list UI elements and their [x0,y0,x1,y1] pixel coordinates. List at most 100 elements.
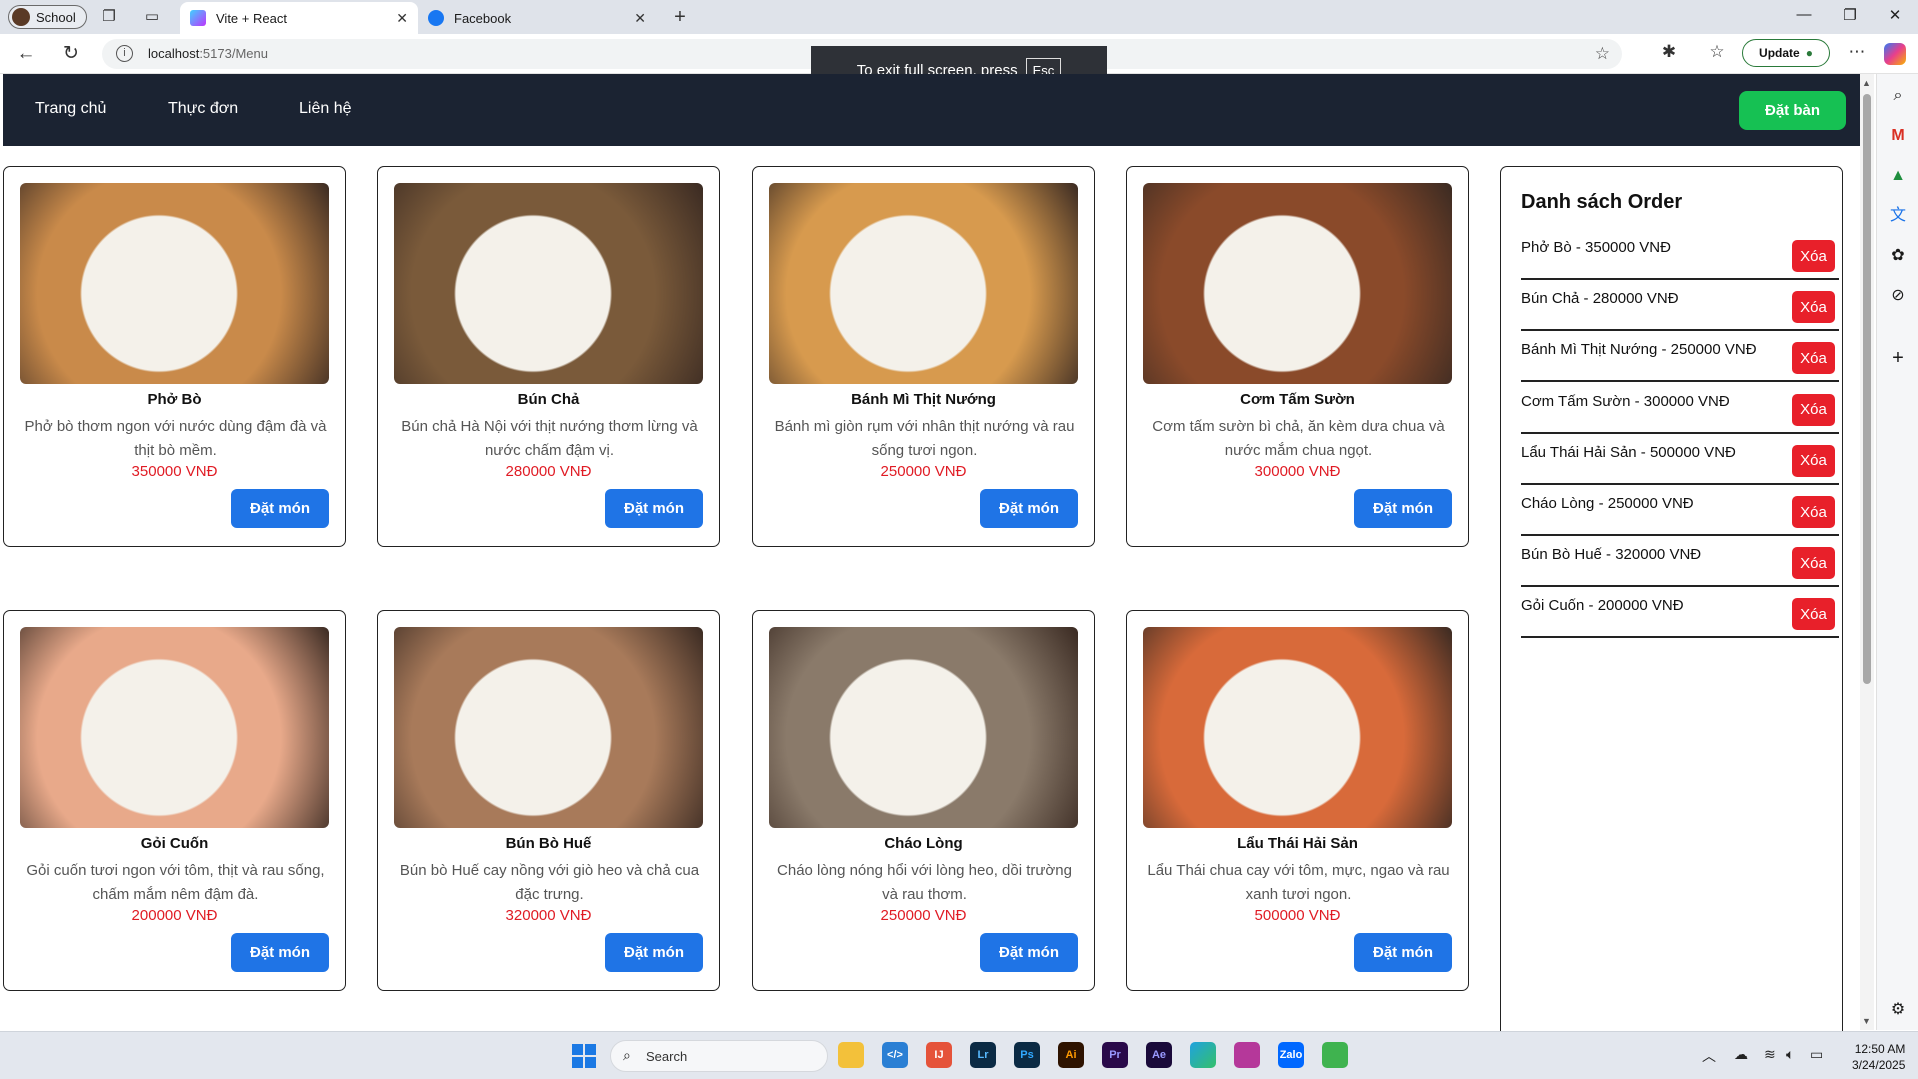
nav-link-menu[interactable]: Thực đơn [168,100,238,118]
dish-name: Phở Bò [147,391,202,408]
blocked-icon[interactable]: ⊘ [1888,286,1908,306]
order-item: Phở Bò - 350000 VNĐ Xóa [1521,229,1839,280]
volume-icon[interactable]: 🔈︎ [1786,1046,1794,1063]
delete-order-button[interactable]: Xóa [1792,547,1835,580]
app-icon[interactable] [1322,1042,1348,1068]
settings-icon[interactable]: ⚙ [1888,1000,1908,1020]
order-dish-button[interactable]: Đặt món [1354,489,1452,528]
battery-icon[interactable]: ▭ [1810,1046,1823,1063]
scroll-up-icon[interactable]: ▲ [1862,78,1871,88]
order-dish-button[interactable]: Đặt món [1354,933,1452,972]
browser-tab-strip: School ❐ ▭ Vite + React ✕ Facebook ✕ + —… [0,0,1918,34]
dish-price: 320000 VNĐ [505,907,592,924]
delete-order-button[interactable]: Xóa [1792,496,1835,528]
scrollbar-thumb[interactable] [1863,94,1871,684]
tab-title: Facebook [454,10,512,26]
taskbar-search[interactable]: ⌕ Search [610,1040,828,1072]
order-item-text: Lẩu Thái Hải Sản - 500000 VNĐ [1521,443,1736,461]
vite-favicon-icon [190,10,206,26]
order-dish-button[interactable]: Đặt món [980,933,1078,972]
delete-order-button[interactable]: Xóa [1792,393,1835,426]
zalo-icon[interactable]: Zalo [1278,1042,1304,1068]
app-icon[interactable] [1234,1042,1260,1068]
dish-description: Cơm tấm sườn bì chả, ăn kèm dưa chua và … [1152,418,1445,459]
file-explorer-icon[interactable] [838,1042,864,1068]
back-icon[interactable]: ← [15,43,37,65]
copilot-icon[interactable] [1884,43,1906,65]
new-tab-icon[interactable]: + [671,7,689,27]
dish-description: Phở bò thơm ngon với nước dùng đậm đà và… [24,418,327,459]
workspaces-icon[interactable]: ❐ [100,8,118,26]
photoshop-icon[interactable]: Ps [1014,1042,1040,1068]
dish-description: Bánh mì giòn rụm với nhân thịt nướng và … [774,418,1075,459]
close-window-icon[interactable]: ✕ [1880,6,1910,24]
lightroom-icon[interactable]: Lr [970,1042,996,1068]
illustrator-icon[interactable]: Ai [1058,1042,1084,1068]
gmail-icon[interactable]: M [1888,126,1908,146]
menu-card: Gỏi Cuốn Gỏi cuốn tươi ngon với tôm, thị… [3,610,346,991]
start-icon[interactable] [572,1044,596,1068]
nav-link-home[interactable]: Trang chủ [35,100,106,118]
after-effects-icon[interactable]: Ae [1146,1042,1172,1068]
profile-button[interactable]: School [8,5,87,29]
update-status-icon: ● [1805,46,1813,60]
delete-order-button[interactable]: Xóa [1792,240,1835,272]
reload-icon[interactable]: ↻ [60,43,82,65]
dish-price: 300000 VNĐ [1254,463,1341,480]
intellij-icon[interactable]: IJ [926,1042,952,1068]
order-dish-button[interactable]: Đặt món [231,489,329,528]
wifi-icon[interactable]: ≋ [1764,1046,1776,1063]
tab-vite-react[interactable]: Vite + React ✕ [180,2,418,34]
book-table-button[interactable]: Đặt bàn [1739,91,1846,130]
nav-link-contact[interactable]: Liên hệ [299,100,352,118]
facebook-favicon-icon [428,10,444,26]
search-icon[interactable]: ⌕ [1888,86,1908,106]
tab-facebook[interactable]: Facebook ✕ [418,2,656,34]
onedrive-icon[interactable]: ☁ [1734,1046,1748,1063]
scroll-down-icon[interactable]: ▼ [1862,1016,1871,1026]
chevron-up-icon[interactable]: ︿ [1702,1046,1716,1066]
premiere-icon[interactable]: Pr [1102,1042,1128,1068]
tab-actions-icon[interactable]: ▭ [143,8,161,26]
taskbar: ⌕ Search </> IJ Lr Ps Ai Pr Ae Zalo ︿ ☁ … [0,1031,1918,1079]
order-item: Bánh Mì Thịt Nướng - 250000 VNĐ Xóa [1521,331,1839,383]
dish-name: Gỏi Cuốn [140,835,209,852]
translate-icon[interactable]: 文 [1888,206,1908,226]
favorite-star-icon[interactable]: ☆ [1595,44,1610,64]
system-clock[interactable]: 12:50 AM 3/24/2025 [1852,1041,1905,1073]
edge-icon[interactable] [1190,1042,1216,1068]
dish-photo [394,627,703,828]
restore-icon[interactable]: ❐ [1835,6,1865,24]
add-sidebar-app-icon[interactable]: + [1888,348,1908,368]
site-info-icon[interactable]: i [116,45,133,62]
page-scrollbar[interactable]: ▲ ▼ [1860,74,1874,1030]
vscode-icon[interactable]: </> [882,1042,908,1068]
favorites-icon[interactable]: ☆ [1705,42,1729,62]
url-text[interactable]: localhost:5173/Menu [148,46,268,61]
minimize-icon[interactable]: — [1789,6,1819,23]
dish-description: Bún bò Huế cay nồng với giò heo và chả c… [399,862,700,903]
update-button[interactable]: Update ● [1742,39,1830,67]
order-item: Bún Bò Huế - 320000 VNĐ Xóa [1521,536,1839,588]
drive-icon[interactable]: ▲ [1888,166,1908,186]
dish-photo [1143,627,1452,828]
extensions-icon[interactable]: ✱ [1657,42,1681,62]
order-dish-button[interactable]: Đặt món [231,933,329,972]
delete-order-button[interactable]: Xóa [1792,291,1835,324]
order-item: Cơm Tấm Sườn - 300000 VNĐ Xóa [1521,383,1839,434]
order-dish-button[interactable]: Đặt món [980,489,1078,528]
close-tab-icon[interactable]: ✕ [396,10,408,27]
chatgpt-icon[interactable]: ✿ [1888,246,1908,266]
dish-name: Bún Chả [517,391,580,408]
delete-order-button[interactable]: Xóa [1792,598,1835,631]
delete-order-button[interactable]: Xóa [1792,444,1835,477]
order-dish-button[interactable]: Đặt món [605,933,703,972]
dish-description: Gỏi cuốn tươi ngon với tôm, thịt và rau … [26,862,325,903]
close-tab-icon[interactable]: ✕ [634,10,646,27]
menu-card: Bánh Mì Thịt Nướng Bánh mì giòn rụm với … [752,166,1095,547]
order-list-panel: Danh sách Order Phở Bò - 350000 VNĐ Xóa … [1500,166,1843,1036]
dish-name: Cháo Lòng [884,835,963,852]
more-options-icon[interactable]: ⋯ [1845,42,1869,62]
order-dish-button[interactable]: Đặt món [605,489,703,528]
delete-order-button[interactable]: Xóa [1792,342,1835,375]
